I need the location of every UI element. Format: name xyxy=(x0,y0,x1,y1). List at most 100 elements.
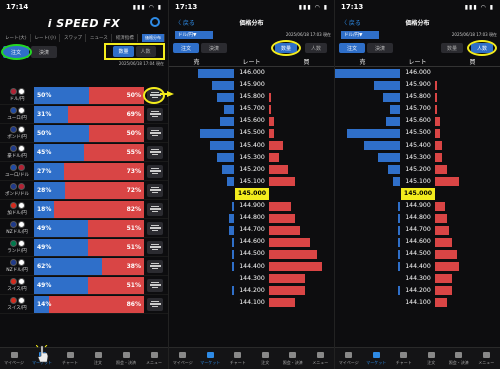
sell-percent: 49% xyxy=(37,243,52,251)
currency-row[interactable]: NZドル/円 62% 38% xyxy=(0,257,168,276)
distribution-button[interactable] xyxy=(147,164,163,178)
sell-percent: 50% xyxy=(37,129,52,137)
back-button[interactable]: 〈 戻る xyxy=(341,18,361,27)
nav-item[interactable]: マーケット xyxy=(197,348,225,369)
distribution-button[interactable] xyxy=(147,107,163,121)
currency-row[interactable]: スイス/円 49% 51% xyxy=(0,276,168,295)
currency-row[interactable]: スイス/円 14% 86% xyxy=(0,295,168,314)
nav-item[interactable]: 照会・決済 xyxy=(279,348,307,369)
pair-label: ランド/円 xyxy=(7,249,27,254)
ratio-bar: 49% 51% xyxy=(34,219,144,237)
price-row: 145.300 xyxy=(169,152,334,164)
price-row: 144.300 xyxy=(169,273,334,285)
currency-row[interactable]: ポンド/円 50% 50% xyxy=(0,124,168,143)
currency-row[interactable]: NZドル/円 49% 51% xyxy=(0,219,168,238)
distribution-button[interactable] xyxy=(147,126,163,140)
settle-button[interactable]: 決済 xyxy=(31,46,57,58)
sell-bar xyxy=(231,286,234,296)
people-toggle[interactable]: 人数 xyxy=(305,43,327,53)
nav-item[interactable]: チャート xyxy=(390,348,418,369)
buy-bar xyxy=(435,141,443,151)
nav-item[interactable]: 注文 xyxy=(252,348,280,369)
distribution-button[interactable] xyxy=(147,278,163,292)
distribution-button[interactable] xyxy=(147,259,163,273)
buy-bar xyxy=(435,249,457,259)
nav-item[interactable]: マイページ xyxy=(335,348,363,369)
distribution-button[interactable] xyxy=(147,202,163,216)
flag-icon xyxy=(17,297,25,304)
currency-row[interactable]: ユーロ/ドル 27% 73% xyxy=(0,162,168,181)
currency-row[interactable]: ドル/円 50% 50% xyxy=(0,86,168,105)
order-button[interactable]: 注文 xyxy=(173,43,199,53)
tab-news[interactable]: ニュース xyxy=(87,33,112,42)
price-distribution-tab[interactable]: 価格分布 xyxy=(142,33,165,42)
buy-bar xyxy=(435,104,438,114)
price-row: 145.100 xyxy=(169,176,334,188)
currency-pair: 豪ドル/円 xyxy=(0,145,34,159)
nav-item[interactable]: 注文 xyxy=(418,348,446,369)
currency-row[interactable]: 加ドル/円 18% 82% xyxy=(0,200,168,219)
tab-rate-small[interactable]: レート(小) xyxy=(32,33,61,42)
flag-icon xyxy=(17,183,25,190)
settle-button[interactable]: 決済 xyxy=(201,43,227,53)
nav-item[interactable]: チャート xyxy=(56,348,84,369)
distribution-button[interactable] xyxy=(147,145,163,159)
gear-icon[interactable] xyxy=(150,17,160,27)
currency-row[interactable]: ユーロ/円 31% 69% xyxy=(0,105,168,124)
settle-button[interactable]: 決済 xyxy=(367,43,393,53)
highlight-ring xyxy=(143,87,165,104)
currency-pair: NZドル/円 xyxy=(0,259,34,273)
nav-item[interactable]: メニュー xyxy=(473,348,500,369)
distribution-button[interactable] xyxy=(147,240,163,254)
nav-item[interactable]: 注文 xyxy=(84,348,112,369)
nav-item[interactable]: チャート xyxy=(224,348,252,369)
buy-percent: 51% xyxy=(126,243,141,251)
screen-header: 〈 戻る 価格分布 xyxy=(335,14,500,30)
price-label: 145.500 xyxy=(239,129,265,137)
nav-item[interactable]: マイページ xyxy=(0,348,28,369)
sell-percent: 31% xyxy=(37,110,52,118)
pair-select[interactable]: ドル/円▼ xyxy=(175,31,213,39)
price-row: 145.000 xyxy=(335,187,500,200)
currency-row[interactable]: ポンド/ドル 28% 72% xyxy=(0,181,168,200)
price-row: 145.000 xyxy=(169,187,334,200)
flag-icon xyxy=(9,183,17,190)
currency-row[interactable]: 豪ドル/円 45% 55% xyxy=(0,143,168,162)
currency-pair: ポンド/ドル xyxy=(0,183,34,197)
nav-item[interactable]: メニュー xyxy=(307,348,335,369)
tab-swap[interactable]: スワップ xyxy=(61,33,87,42)
price-label: 144.500 xyxy=(405,250,431,258)
status-bar: 17:13 ▮▮▮ ◠ ▮ xyxy=(335,0,500,14)
currency-pair: ユーロ/ドル xyxy=(0,164,34,178)
currency-pair: ランド/円 xyxy=(0,240,34,254)
distribution-button[interactable] xyxy=(147,297,163,311)
price-label: 144.300 xyxy=(405,274,431,282)
people-toggle-off[interactable]: 人数 xyxy=(135,46,156,57)
quantity-toggle[interactable]: 数量 xyxy=(441,43,463,53)
back-button[interactable]: 〈 戻る xyxy=(175,18,195,27)
tab-indicators[interactable]: 経済指標 xyxy=(113,33,138,42)
nav-item[interactable]: マイページ xyxy=(169,348,197,369)
distribution-button[interactable] xyxy=(147,221,163,235)
quantity-toggle-on[interactable]: 数量 xyxy=(113,46,134,57)
nav-item[interactable]: 照会・決済 xyxy=(445,348,473,369)
buy-percent: 50% xyxy=(126,91,141,99)
nav-item[interactable]: メニュー xyxy=(140,348,168,369)
price-label: 144.200 xyxy=(239,286,265,294)
sell-percent: 18% xyxy=(37,205,52,213)
buy-percent: 69% xyxy=(126,110,141,118)
sell-percent: 27% xyxy=(37,167,52,175)
order-button[interactable]: 注文 xyxy=(339,43,365,53)
pair-select[interactable]: ドル/円▼ xyxy=(341,31,379,39)
buy-percent: 55% xyxy=(126,148,141,156)
currency-row[interactable]: ランド/円 49% 51% xyxy=(0,238,168,257)
price-row: 144.600 xyxy=(335,236,500,248)
tab-rate-large[interactable]: レート(大) xyxy=(2,33,31,42)
price-label: 144.300 xyxy=(239,274,265,282)
rate-header: レート xyxy=(408,58,427,66)
price-row: 146.000 xyxy=(335,67,500,79)
sell-bar xyxy=(210,141,234,151)
nav-item[interactable]: マーケット xyxy=(363,348,391,369)
distribution-button[interactable] xyxy=(147,183,163,197)
nav-item[interactable]: 照会・決済 xyxy=(112,348,140,369)
